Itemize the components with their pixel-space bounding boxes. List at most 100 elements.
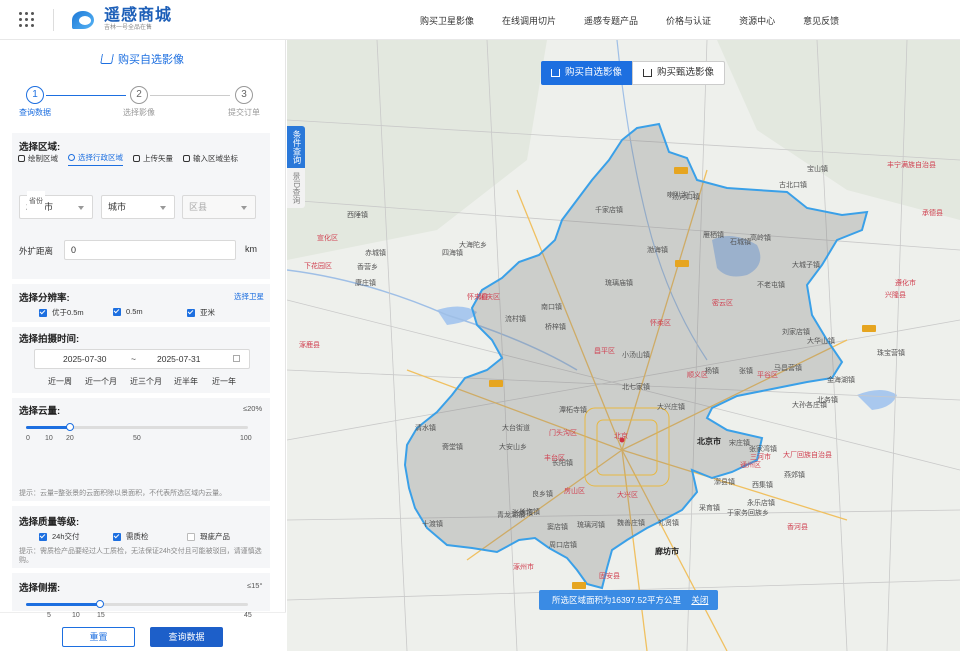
tab-admin-region[interactable]: 选择行政区域 <box>68 150 123 166</box>
map-place-label: 大兴庄镇 <box>657 404 685 411</box>
nav-buy-satellite-imagery[interactable]: 购买卫星影像 <box>420 14 474 27</box>
step-submit-order: 3 提交订单 <box>214 86 274 118</box>
resolution-title: 选择分辨率: <box>19 293 70 304</box>
tab-scene-id-query[interactable]: 景ID查询 <box>287 168 305 208</box>
tilt-tick: 15 <box>97 612 105 619</box>
chevron-down-icon <box>160 206 166 210</box>
map-place-label: 古北口镇 <box>779 182 807 189</box>
quality-checkbox-inspection[interactable]: 需质检 <box>113 531 149 542</box>
map-place-label: 大华山镇 <box>807 338 835 345</box>
map-place-label: 北京市 <box>697 437 721 446</box>
map-place-label: 下花园区 <box>304 263 332 270</box>
map-place-label: 西集镇 <box>752 482 773 489</box>
logo-mark-icon <box>70 8 100 32</box>
cloud-tick: 0 <box>26 435 30 442</box>
map-place-label: 康庄镇 <box>355 280 376 287</box>
map-graphics <box>287 40 960 651</box>
logo[interactable]: 遥感商城 吉林一号全品在售 <box>70 7 172 32</box>
quick-last-month[interactable]: 近一个月 <box>85 376 117 387</box>
map-place-label: 丰宁满族自治县 <box>887 162 936 169</box>
cloud-slider-handle[interactable] <box>66 423 75 431</box>
calendar-icon <box>233 355 240 362</box>
tab-draw-region[interactable]: 绘制区域 <box>18 150 58 166</box>
province-select[interactable]: 省份 北京市 <box>19 191 93 219</box>
date-separator: ~ <box>131 354 136 364</box>
map-place-label: 高岭镇 <box>750 235 771 242</box>
map-place-label: 宝山镇 <box>807 166 828 173</box>
resolution-checkbox-better-05m[interactable]: 优于0.5m <box>39 307 84 318</box>
reset-button[interactable]: 重置 <box>62 627 135 647</box>
resolution-checkbox-submeter[interactable]: 亚米 <box>187 307 215 318</box>
map-place-label: 窦店镇 <box>547 524 568 531</box>
logo-title: 遥感商城 <box>104 7 173 24</box>
tab-upload-vector[interactable]: 上传矢量 <box>133 150 173 166</box>
map-place-label: 良乡镇 <box>532 491 553 498</box>
quick-last-three-months[interactable]: 近三个月 <box>130 376 162 387</box>
cart-icon <box>100 54 114 64</box>
map-place-label: 北七家镇 <box>622 384 650 391</box>
map-canvas[interactable]: 北京 北京市 廊坊市 门头沟区 丰台区 房山区 大兴区 昌平区 怀柔区 密云区 顺义区 平谷区 延庆区通… <box>287 40 960 651</box>
divider <box>53 8 54 31</box>
tab-input-coordinates[interactable]: 输入区域坐标 <box>183 150 238 166</box>
resolution-checkbox-05m[interactable]: 0.5m <box>113 307 143 316</box>
toggle-custom-imagery[interactable]: 购买自选影像 <box>541 61 633 85</box>
area-close-link[interactable]: 关闭 <box>691 595 708 605</box>
checkbox-checked-icon <box>113 532 121 541</box>
quality-checkbox-24h[interactable]: 24h交付 <box>39 531 80 542</box>
step-label: 提交订单 <box>228 108 260 117</box>
nav-resources[interactable]: 资源中心 <box>739 14 775 27</box>
highway-sign <box>675 260 689 267</box>
nav-feedback[interactable]: 意见反馈 <box>803 14 839 27</box>
map-place-label: 周口店镇 <box>549 542 577 549</box>
quality-hint: 提示：需质检产品要经过人工质检，无法保证24h交付且可能被驳回，请谨慎选购。 <box>19 548 262 564</box>
map-place-label: 马昌营镇 <box>774 365 802 372</box>
tilt-tick: 10 <box>72 612 80 619</box>
cloud-hint: 提示：云量=整张景的云面积除以景面积，不代表所选区域内云量。 <box>19 490 227 497</box>
toggle-curated-imagery[interactable]: 购买甄选影像 <box>632 61 726 85</box>
map-place-label: 涿鹿县 <box>299 342 320 349</box>
map-place-label: 刘家店镇 <box>782 329 810 336</box>
map-place-label: 喇叭沟门 <box>667 192 695 199</box>
logo-subtitle: 吉林一号全品在售 <box>104 25 153 31</box>
map-place-label: 大兴区 <box>617 492 638 499</box>
city-select[interactable]: 城市 <box>101 195 175 219</box>
map-place-label: 兴隆县 <box>885 292 906 299</box>
tab-condition-query[interactable]: 条件查询 <box>287 126 305 168</box>
area-info-banner: 所选区域面积为16397.52平方公里 关闭 <box>539 590 719 610</box>
map-place-label: 怀柔区 <box>650 320 671 327</box>
buffer-distance-input[interactable]: 0 <box>64 240 236 260</box>
time-title: 选择拍摄时间: <box>19 334 80 345</box>
district-select[interactable]: 区县 <box>182 195 256 219</box>
highway-sign <box>862 325 876 332</box>
map-place-label: 张家湾镇 <box>749 446 777 453</box>
chevron-down-icon <box>241 206 247 210</box>
cloud-tick: 50 <box>133 435 141 442</box>
map-place-label: 渤海镇 <box>647 247 668 254</box>
crown-icon <box>643 69 653 77</box>
select-satellite-link[interactable]: 选择卫星 <box>234 291 264 302</box>
nav-pricing[interactable]: 价格与认证 <box>666 14 711 27</box>
query-button[interactable]: 查询数据 <box>150 627 223 647</box>
upload-icon <box>133 154 140 162</box>
start-date: 2025-07-30 <box>63 354 107 364</box>
quality-checkbox-defective[interactable]: 瑕疵产品 <box>187 531 230 542</box>
apps-grid-icon[interactable] <box>19 11 35 28</box>
nav-online-tiles[interactable]: 在线调用切片 <box>502 14 556 27</box>
globe-icon <box>68 154 75 161</box>
map-place-label: 北京 <box>614 433 628 440</box>
date-range-picker[interactable]: 2025-07-30 ~ 2025-07-31 <box>34 349 250 369</box>
map-place-label: 门头沟区 <box>549 430 577 437</box>
map-place-label: 金海湖镇 <box>827 377 855 384</box>
cloud-tick: 20 <box>66 435 74 442</box>
map-side-tabs: 条件查询 景ID查询 <box>287 126 305 208</box>
nav-thematic-products[interactable]: 遥感专题产品 <box>584 14 638 27</box>
quick-last-year[interactable]: 近一年 <box>212 376 236 387</box>
cloud-slider-fill <box>26 426 71 429</box>
tilt-slider-handle[interactable] <box>96 600 104 608</box>
map-place-label: 遵化市 <box>895 280 916 287</box>
step-number: 3 <box>235 86 253 104</box>
quick-last-week[interactable]: 近一周 <box>48 376 72 387</box>
region-tabs: 绘制区域 选择行政区域 上传矢量 输入区域坐标 <box>18 150 248 166</box>
pencil-icon <box>18 154 25 162</box>
quick-last-half-year[interactable]: 近半年 <box>174 376 198 387</box>
